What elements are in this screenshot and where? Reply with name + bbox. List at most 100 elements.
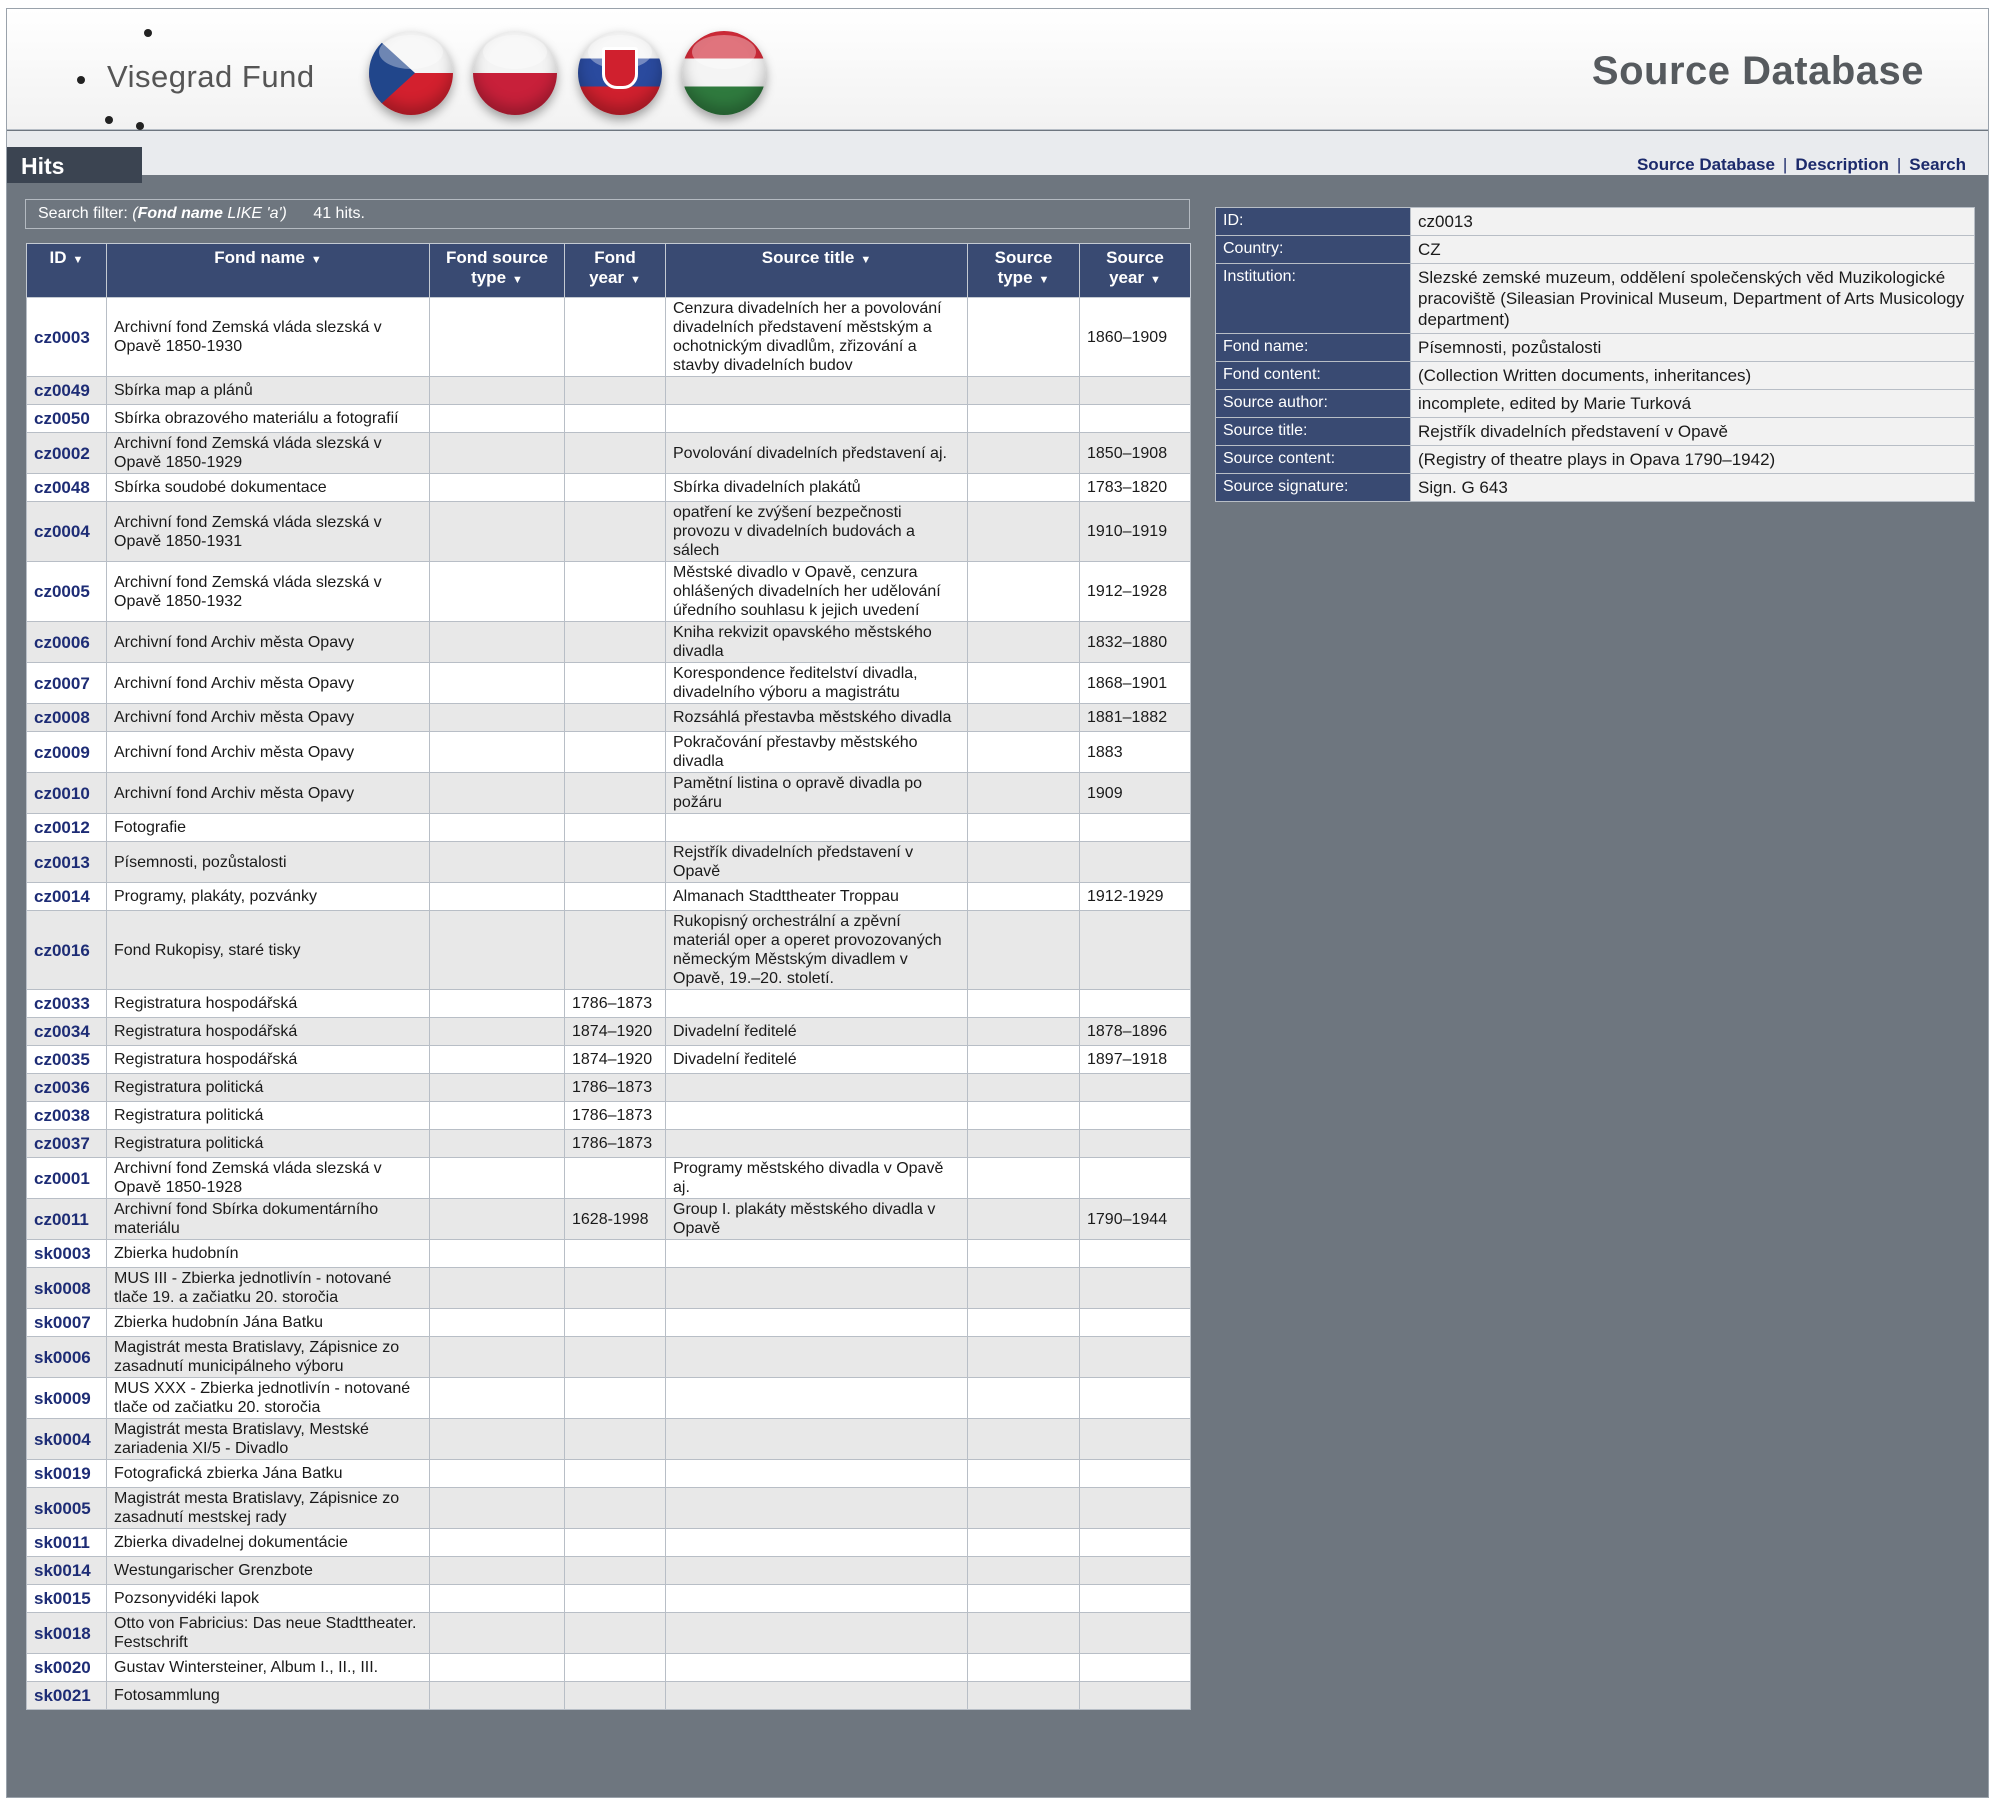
table-row[interactable]: cz0002 Archivní fond Zemská vláda slezská… bbox=[26, 432, 1191, 474]
cell-id[interactable]: cz0004 bbox=[26, 501, 107, 562]
nav-separator: | bbox=[1782, 155, 1788, 174]
table-row[interactable]: cz0009 Archivní fond Archiv města Opavy Po… bbox=[26, 731, 1191, 773]
cell-id[interactable]: cz0014 bbox=[26, 882, 107, 911]
cell-id[interactable]: cz0005 bbox=[26, 561, 107, 622]
cell-id[interactable]: cz0048 bbox=[26, 473, 107, 502]
cell-id[interactable]: cz0036 bbox=[26, 1073, 107, 1102]
cell-id[interactable]: sk0011 bbox=[26, 1528, 107, 1557]
cell-id[interactable]: cz0012 bbox=[26, 813, 107, 842]
visegrad-fund-logo[interactable]: Visegrad Fund bbox=[67, 21, 327, 131]
column-header-source-title[interactable]: Source title ▼ bbox=[665, 243, 968, 298]
table-row[interactable]: sk0005 Magistrát mesta Bratislavy, Zápisn… bbox=[26, 1487, 1191, 1529]
table-row[interactable]: sk0021 Fotosammlung bbox=[26, 1681, 1191, 1710]
table-row[interactable]: sk0004 Magistrát mesta Bratislavy, Mestsk… bbox=[26, 1418, 1191, 1460]
table-row[interactable]: cz0013 Písemnosti, pozůstalosti Rejstřík d… bbox=[26, 841, 1191, 883]
table-row[interactable]: cz0035 Registratura hospodářská 1874–1920 D… bbox=[26, 1045, 1191, 1074]
cell-source-year: 1783–1820 bbox=[1079, 473, 1191, 502]
table-row[interactable]: sk0014 Westungarischer Grenzbote bbox=[26, 1556, 1191, 1585]
table-row[interactable]: cz0034 Registratura hospodářská 1874–1920 D… bbox=[26, 1017, 1191, 1046]
cell-id[interactable]: cz0002 bbox=[26, 432, 107, 474]
cell-source-type bbox=[967, 1528, 1080, 1557]
cell-id[interactable]: cz0008 bbox=[26, 703, 107, 732]
cell-id[interactable]: cz0007 bbox=[26, 662, 107, 704]
cell-id[interactable]: cz0033 bbox=[26, 989, 107, 1018]
table-row[interactable]: sk0011 Zbierka divadelnej dokumentácie bbox=[26, 1528, 1191, 1557]
column-header-source-type[interactable]: Source type ▼ bbox=[967, 243, 1080, 298]
table-row[interactable]: sk0007 Zbierka hudobnín Jána Batku bbox=[26, 1308, 1191, 1337]
cell-id[interactable]: cz0013 bbox=[26, 841, 107, 883]
cell-id[interactable]: sk0008 bbox=[26, 1267, 107, 1309]
cell-id[interactable]: sk0005 bbox=[26, 1487, 107, 1529]
table-row[interactable]: sk0020 Gustav Wintersteiner, Album I., II… bbox=[26, 1653, 1191, 1682]
table-row[interactable]: cz0007 Archivní fond Archiv města Opavy Ko… bbox=[26, 662, 1191, 704]
column-header-source-year[interactable]: Source year ▼ bbox=[1079, 243, 1191, 298]
table-row[interactable]: cz0037 Registratura politická 1786–1873 bbox=[26, 1129, 1191, 1158]
column-header-id[interactable]: ID ▼ bbox=[26, 243, 107, 298]
table-row[interactable]: cz0010 Archivní fond Archiv města Opavy Pa… bbox=[26, 772, 1191, 814]
table-row[interactable]: cz0016 Fond Rukopisy, staré tisky Rukopisn… bbox=[26, 910, 1191, 990]
cell-id[interactable]: cz0010 bbox=[26, 772, 107, 814]
cell-source-type bbox=[967, 376, 1080, 405]
table-row[interactable]: cz0005 Archivní fond Zemská vláda slezská… bbox=[26, 561, 1191, 622]
cell-id[interactable]: cz0009 bbox=[26, 731, 107, 773]
cell-fond-year bbox=[564, 662, 666, 704]
table-row[interactable]: sk0018 Otto von Fabricius: Das neue Stadt… bbox=[26, 1612, 1191, 1654]
cell-id[interactable]: sk0019 bbox=[26, 1459, 107, 1488]
cell-id[interactable]: sk0007 bbox=[26, 1308, 107, 1337]
cell-id[interactable]: cz0035 bbox=[26, 1045, 107, 1074]
table-row[interactable]: sk0003 Zbierka hudobnín bbox=[26, 1239, 1191, 1268]
nav-link-source-database[interactable]: Source Database bbox=[1637, 155, 1775, 174]
table-row[interactable]: cz0006 Archivní fond Archiv města Opavy Kn… bbox=[26, 621, 1191, 663]
table-row[interactable]: cz0038 Registratura politická 1786–1873 bbox=[26, 1101, 1191, 1130]
tab-hits[interactable]: Hits bbox=[7, 147, 142, 183]
nav-link-description[interactable]: Description bbox=[1795, 155, 1889, 174]
cell-id[interactable]: sk0021 bbox=[26, 1681, 107, 1710]
cell-source-title: Pamětní listina o opravě divadla po požá… bbox=[665, 772, 968, 814]
table-row[interactable]: cz0014 Programy, plakáty, pozvánky Almanac… bbox=[26, 882, 1191, 911]
table-row[interactable]: sk0006 Magistrát mesta Bratislavy, Zápisn… bbox=[26, 1336, 1191, 1378]
column-header-fond-name[interactable]: Fond name ▼ bbox=[106, 243, 430, 298]
cell-source-type bbox=[967, 561, 1080, 622]
cell-id[interactable]: cz0001 bbox=[26, 1157, 107, 1199]
cell-id[interactable]: cz0011 bbox=[26, 1198, 107, 1240]
cell-id[interactable]: cz0003 bbox=[26, 297, 107, 377]
table-row[interactable]: sk0015 Pozsonyvidéki lapok bbox=[26, 1584, 1191, 1613]
table-row[interactable]: sk0009 MUS XXX - Zbierka jednotlivín - no… bbox=[26, 1377, 1191, 1419]
table-row[interactable]: cz0036 Registratura politická 1786–1873 bbox=[26, 1073, 1191, 1102]
cell-source-title: Povolování divadelních představení aj. bbox=[665, 432, 968, 474]
sort-down-icon: ▼ bbox=[512, 274, 523, 286]
table-row[interactable]: cz0011 Archivní fond Sbírka dokumentárníh… bbox=[26, 1198, 1191, 1240]
cell-fond-source-type bbox=[429, 1584, 565, 1613]
table-row[interactable]: cz0033 Registratura hospodářská 1786–1873 bbox=[26, 989, 1191, 1018]
cell-id[interactable]: sk0003 bbox=[26, 1239, 107, 1268]
cell-id[interactable]: cz0016 bbox=[26, 910, 107, 990]
cell-id[interactable]: cz0050 bbox=[26, 404, 107, 433]
cell-id[interactable]: sk0004 bbox=[26, 1418, 107, 1460]
cell-id[interactable]: cz0037 bbox=[26, 1129, 107, 1158]
nav-link-search[interactable]: Search bbox=[1909, 155, 1966, 174]
table-row[interactable]: cz0003 Archivní fond Zemská vláda slezská… bbox=[26, 297, 1191, 377]
table-row[interactable]: cz0049 Sbírka map a plánů bbox=[26, 376, 1191, 405]
cell-id[interactable]: sk0009 bbox=[26, 1377, 107, 1419]
table-row[interactable]: cz0001 Archivní fond Zemská vláda slezská… bbox=[26, 1157, 1191, 1199]
cell-id[interactable]: sk0018 bbox=[26, 1612, 107, 1654]
detail-label: ID: bbox=[1215, 207, 1411, 236]
column-header-fond-source-type[interactable]: Fond source type ▼ bbox=[429, 243, 565, 298]
table-row[interactable]: sk0008 MUS III - Zbierka jednotlivín - no… bbox=[26, 1267, 1191, 1309]
column-header-fond-year[interactable]: Fond year ▼ bbox=[564, 243, 666, 298]
cell-id[interactable]: sk0014 bbox=[26, 1556, 107, 1585]
table-row[interactable]: cz0004 Archivní fond Zemská vláda slezská… bbox=[26, 501, 1191, 562]
table-row[interactable]: cz0008 Archivní fond Archiv města Opavy Ro… bbox=[26, 703, 1191, 732]
cell-id[interactable]: sk0015 bbox=[26, 1584, 107, 1613]
cell-fond-name: Archivní fond Archiv města Opavy bbox=[106, 621, 430, 663]
cell-id[interactable]: cz0034 bbox=[26, 1017, 107, 1046]
cell-id[interactable]: sk0006 bbox=[26, 1336, 107, 1378]
table-row[interactable]: cz0048 Sbírka soudobé dokumentace Sbírka d… bbox=[26, 473, 1191, 502]
cell-id[interactable]: cz0038 bbox=[26, 1101, 107, 1130]
cell-id[interactable]: cz0049 bbox=[26, 376, 107, 405]
table-row[interactable]: cz0012 Fotografie bbox=[26, 813, 1191, 842]
cell-id[interactable]: sk0020 bbox=[26, 1653, 107, 1682]
table-row[interactable]: cz0050 Sbírka obrazového materiálu a foto… bbox=[26, 404, 1191, 433]
table-row[interactable]: sk0019 Fotografická zbierka Jána Batku bbox=[26, 1459, 1191, 1488]
cell-id[interactable]: cz0006 bbox=[26, 621, 107, 663]
